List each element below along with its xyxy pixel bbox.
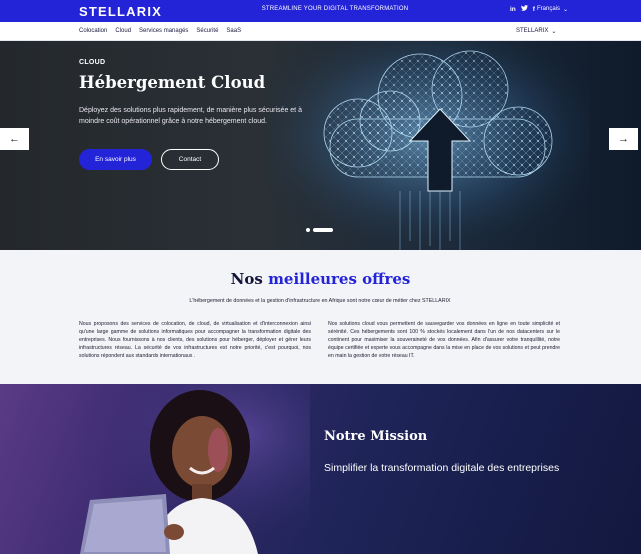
nav-item-securite[interactable]: Sécurité	[196, 28, 218, 34]
arrow-right-icon: →	[618, 133, 629, 145]
offers-title-part1: Nos	[230, 270, 263, 288]
offers-intro: L'hébergement de données et la gestion d…	[189, 298, 451, 304]
carousel-dot-active[interactable]	[313, 228, 333, 232]
carousel-next-button[interactable]: →	[609, 128, 638, 150]
contact-button[interactable]: Contact	[161, 149, 219, 170]
offers-title-accent: meilleures offres	[268, 270, 411, 288]
cloud-upload-illustration	[270, 41, 590, 250]
main-nav: Colocation Cloud Services managés Sécuri…	[0, 22, 641, 41]
hero-carousel: CLOUD Hébergement Cloud Déployez des sol…	[0, 41, 641, 250]
stellarix-logo[interactable]: STELLARIX	[79, 3, 163, 19]
chevron-down-icon: ⌄	[551, 29, 557, 35]
company-menu-label: STELLARIX	[516, 28, 549, 34]
twitter-icon[interactable]	[520, 5, 528, 13]
chevron-down-icon: ⌄	[563, 7, 569, 13]
woman-with-laptop-photo	[70, 384, 310, 554]
offers-text-left: Nous proposons des services de colocatio…	[79, 321, 311, 359]
linkedin-icon[interactable]: in	[510, 6, 516, 13]
carousel-dots	[306, 228, 333, 232]
nav-item-services-manages[interactable]: Services managés	[139, 28, 188, 34]
nav-item-colocation[interactable]: Colocation	[79, 28, 107, 34]
learn-more-button[interactable]: En savoir plus	[79, 149, 152, 170]
hero-kicker: CLOUD	[79, 59, 106, 66]
offers-section: Nos meilleures offres L'hébergement de d…	[0, 250, 641, 384]
mission-section: Notre Mission Simplifier la transformati…	[0, 384, 641, 554]
tagline: STREAMLINE YOUR DIGITAL TRANSFORMATION	[261, 6, 409, 12]
language-selector[interactable]: Français ⌄	[537, 6, 568, 13]
hero-description: Déployez des solutions plus rapidement, …	[79, 107, 302, 125]
carousel-dot[interactable]	[306, 228, 310, 232]
offers-text-right: Nos solutions cloud vous permettent de s…	[328, 321, 560, 359]
top-bar: STELLARIX STREAMLINE YOUR DIGITAL TRANSF…	[0, 0, 641, 22]
carousel-prev-button[interactable]: ←	[0, 128, 29, 150]
offers-title: Nos meilleures offres	[0, 270, 641, 288]
logo-text: STELLARIX	[79, 3, 163, 19]
mission-subtitle: Simplifier la transformation digitale de…	[324, 462, 560, 474]
nav-item-cloud[interactable]: Cloud	[115, 28, 131, 34]
mission-title: Notre Mission	[324, 429, 428, 444]
language-label: Français	[537, 6, 561, 12]
social-links: in f	[510, 5, 535, 13]
hero-title: Hébergement Cloud	[79, 73, 266, 92]
arrow-left-icon: ←	[9, 133, 20, 145]
nav-item-saas[interactable]: SaaS	[226, 28, 241, 34]
nav-links: Colocation Cloud Services managés Sécuri…	[79, 28, 241, 34]
facebook-icon[interactable]: f	[533, 6, 535, 13]
company-menu[interactable]: STELLARIX ⌄	[516, 28, 556, 35]
